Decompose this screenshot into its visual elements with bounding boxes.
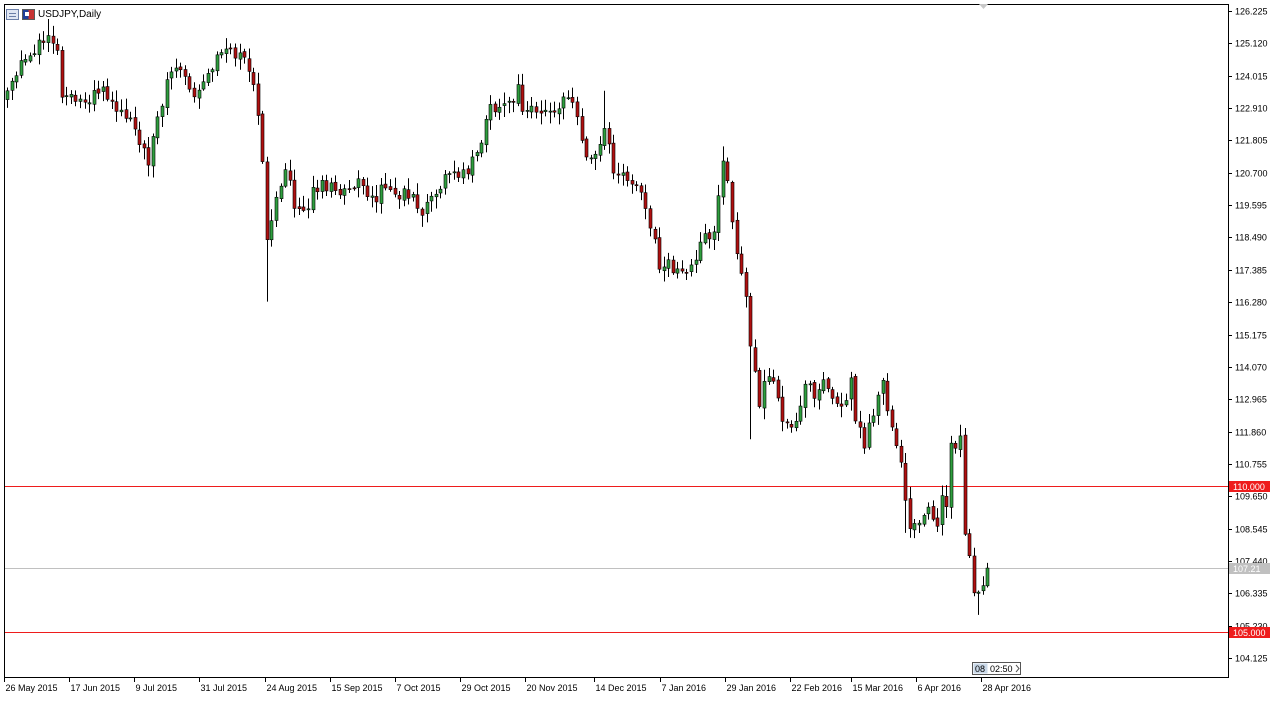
date-tick-label: 28 Apr 2016 [983,683,1032,693]
date-tick-label: 24 Aug 2015 [267,683,318,693]
price-tick-label: 120.700 [1235,169,1268,179]
date-tick-label: 15 Sep 2015 [332,683,383,693]
price-tick-label: 125.120 [1235,39,1268,49]
price-tick-label: 109.650 [1235,492,1268,502]
current-price-label: 107.21 [1229,563,1270,574]
date-tick-label: 26 May 2015 [6,683,58,693]
candle [853,373,858,424]
chart-title-bar: USDJPY,Daily [6,7,101,21]
date-tick-label: 6 Apr 2016 [918,683,962,693]
price-tick-label: 114.070 [1235,363,1267,373]
countdown-time: 02:50 [990,664,1013,674]
date-tick-label: 14 Dec 2015 [596,683,647,693]
price-tick-label: 106.335 [1235,589,1268,599]
chart-window-icon[interactable] [6,8,19,20]
date-tick-label: 29 Jan 2016 [727,683,777,693]
symbol-flag-icon[interactable] [22,8,35,20]
price-tick-label: 115.175 [1235,331,1267,341]
countdown-hours: 08 [975,664,985,674]
date-tick-label: 29 Oct 2015 [462,683,511,693]
level-label-0: 110.000 [1229,481,1270,492]
price-tick-label: 117.385 [1235,266,1267,276]
candle [730,180,735,230]
price-tick-label: 116.280 [1235,298,1267,308]
price-tick-label: 118.490 [1235,233,1267,243]
svg-text:110.000: 110.000 [1233,482,1265,492]
date-tick-label: 15 Mar 2016 [853,683,904,693]
price-tick-label: 124.015 [1235,72,1268,82]
candle [949,435,954,519]
price-tick-label: 126.225 [1235,7,1268,17]
date-tick-label: 22 Feb 2016 [792,683,843,693]
chart-background [0,0,1283,701]
countdown-box: 08 02:50 [972,662,1021,675]
price-tick-label: 112.965 [1235,395,1267,405]
date-tick-label: 31 Jul 2015 [201,683,248,693]
price-tick-label: 122.910 [1235,104,1268,114]
svg-text:107.21: 107.21 [1233,564,1261,574]
date-tick-label: 20 Nov 2015 [527,683,578,693]
date-tick-label: 17 Jun 2015 [71,683,121,693]
price-tick-label: 121.805 [1235,136,1268,146]
date-tick-label: 7 Oct 2015 [397,683,441,693]
svg-text:105.000: 105.000 [1233,628,1266,638]
date-tick-label: 9 Jul 2015 [136,683,178,693]
candle [757,367,762,409]
price-tick-label: 111.860 [1235,428,1266,438]
price-tick-label: 104.125 [1235,654,1268,664]
price-tick-label: 108.545 [1235,525,1268,535]
candle [963,428,968,536]
level-label-1: 105.000 [1229,627,1270,638]
price-tick-label: 110.755 [1235,460,1267,470]
candlestick-chart[interactable]: 126.225 125.120 124.015 122.910 121.805 120.7… [0,0,1283,701]
chart-window: 126.225 125.120 124.015 122.910 121.805 120.7… [0,0,1283,701]
chart-title: USDJPY,Daily [38,8,102,20]
price-tick-label: 119.595 [1235,201,1267,211]
candle [260,110,265,164]
candle [584,136,589,161]
date-tick-label: 7 Jan 2016 [662,683,707,693]
candle [776,375,781,402]
candle [60,46,65,104]
